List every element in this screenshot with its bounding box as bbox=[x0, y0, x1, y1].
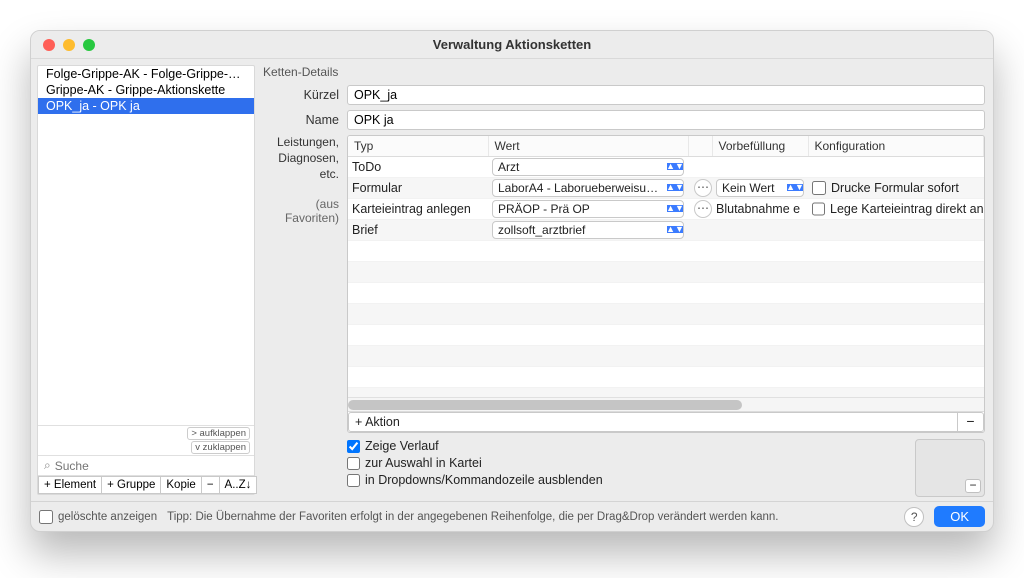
add-group-button[interactable]: + Gruppe bbox=[102, 476, 161, 494]
detail-panel: Ketten-Details Kürzel Name Leistungen, D… bbox=[255, 59, 993, 501]
col-typ[interactable]: Typ bbox=[348, 136, 488, 156]
wert-combo[interactable]: LaborA4 - Laborueberweisun…▲▼ bbox=[492, 179, 684, 197]
footer-tip: Tipp: Die Übernahme der Favoriten erfolg… bbox=[167, 511, 894, 523]
horizontal-scrollbar[interactable] bbox=[348, 397, 984, 411]
table-row[interactable] bbox=[348, 366, 984, 387]
table-side-label: Leistungen, Diagnosen, etc. (aus Favorit… bbox=[259, 135, 347, 497]
konf-checkbox[interactable] bbox=[812, 181, 826, 195]
show-deleted-checkbox[interactable] bbox=[39, 510, 53, 524]
table-row[interactable] bbox=[348, 345, 984, 366]
search-input[interactable] bbox=[55, 459, 248, 473]
konf-checkbox[interactable] bbox=[812, 202, 825, 216]
expand-all-button[interactable]: > aufklappen bbox=[187, 427, 250, 440]
table-row[interactable] bbox=[348, 387, 984, 397]
table-row[interactable] bbox=[348, 240, 984, 261]
collapse-all-button[interactable]: v zuklappen bbox=[191, 441, 250, 454]
vorb-combo[interactable]: Kein Wert▲▼ bbox=[716, 179, 804, 197]
remove-action-button[interactable]: − bbox=[958, 412, 984, 432]
wert-combo[interactable]: zollsoft_arztbrief▲▼ bbox=[492, 221, 684, 239]
kurzel-input[interactable] bbox=[347, 85, 985, 105]
sidebar-item[interactable]: OPK_ja - OPK ja bbox=[38, 98, 254, 114]
image-well[interactable]: − bbox=[915, 439, 985, 497]
sort-button[interactable]: A..Z↓ bbox=[220, 476, 258, 494]
table-row[interactable] bbox=[348, 282, 984, 303]
search-icon: ⌕ bbox=[44, 458, 51, 473]
add-action-button[interactable]: + Aktion bbox=[348, 412, 958, 432]
remove-button[interactable]: − bbox=[202, 476, 220, 494]
window-title: Verwaltung Aktionsketten bbox=[31, 37, 993, 52]
auswahl-kartei-checkbox[interactable] bbox=[347, 457, 360, 470]
col-vorb[interactable]: Vorbefüllung bbox=[712, 136, 808, 156]
name-label: Name bbox=[259, 113, 347, 127]
footer: gelöschte anzeigen Tipp: Die Übernahme d… bbox=[31, 501, 993, 531]
ok-button[interactable]: OK bbox=[934, 506, 985, 527]
copy-button[interactable]: Kopie bbox=[161, 476, 201, 494]
help-button[interactable]: ? bbox=[904, 507, 924, 527]
wert-combo[interactable]: Arzt▲▼ bbox=[492, 158, 684, 176]
sidebar-item[interactable]: Grippe-AK - Grippe-Aktionskette bbox=[38, 82, 254, 98]
image-well-minus-button[interactable]: − bbox=[965, 479, 981, 493]
table-row[interactable] bbox=[348, 324, 984, 345]
kurzel-label: Kürzel bbox=[259, 88, 347, 102]
wert-combo[interactable]: PRÄOP - Prä OP▲▼ bbox=[492, 200, 684, 218]
sidebar: Folge-Grippe-AK - Folge-Grippe-Akt...Gri… bbox=[37, 65, 255, 495]
name-input[interactable] bbox=[347, 110, 985, 130]
group-label: Ketten-Details bbox=[263, 65, 985, 79]
table-row[interactable] bbox=[348, 303, 984, 324]
table-row[interactable] bbox=[348, 261, 984, 282]
table-row[interactable]: ToDoArzt▲▼ bbox=[348, 156, 984, 177]
ellipsis-icon[interactable]: ⋯ bbox=[694, 179, 712, 197]
dropdown-hide-checkbox[interactable] bbox=[347, 474, 360, 487]
titlebar: Verwaltung Aktionsketten bbox=[31, 31, 993, 59]
add-element-button[interactable]: + Element bbox=[38, 476, 102, 494]
actions-table: Typ Wert Vorbefüllung Konfiguration ToDo… bbox=[347, 135, 985, 433]
table-row[interactable]: Karteieintrag anlegenPRÄOP - Prä OP▲▼⋯Bl… bbox=[348, 198, 984, 219]
col-wert[interactable]: Wert bbox=[488, 136, 688, 156]
table-row[interactable]: FormularLaborA4 - Laborueberweisun…▲▼⋯Ke… bbox=[348, 177, 984, 198]
app-window: Verwaltung Aktionsketten Folge-Grippe-AK… bbox=[30, 30, 994, 532]
table-row[interactable]: Briefzollsoft_arztbrief▲▼ bbox=[348, 219, 984, 240]
ellipsis-icon[interactable]: ⋯ bbox=[694, 200, 712, 218]
zeige-verlauf-checkbox[interactable] bbox=[347, 440, 360, 453]
col-konf[interactable]: Konfiguration bbox=[808, 136, 984, 156]
sidebar-item[interactable]: Folge-Grippe-AK - Folge-Grippe-Akt... bbox=[38, 66, 254, 82]
